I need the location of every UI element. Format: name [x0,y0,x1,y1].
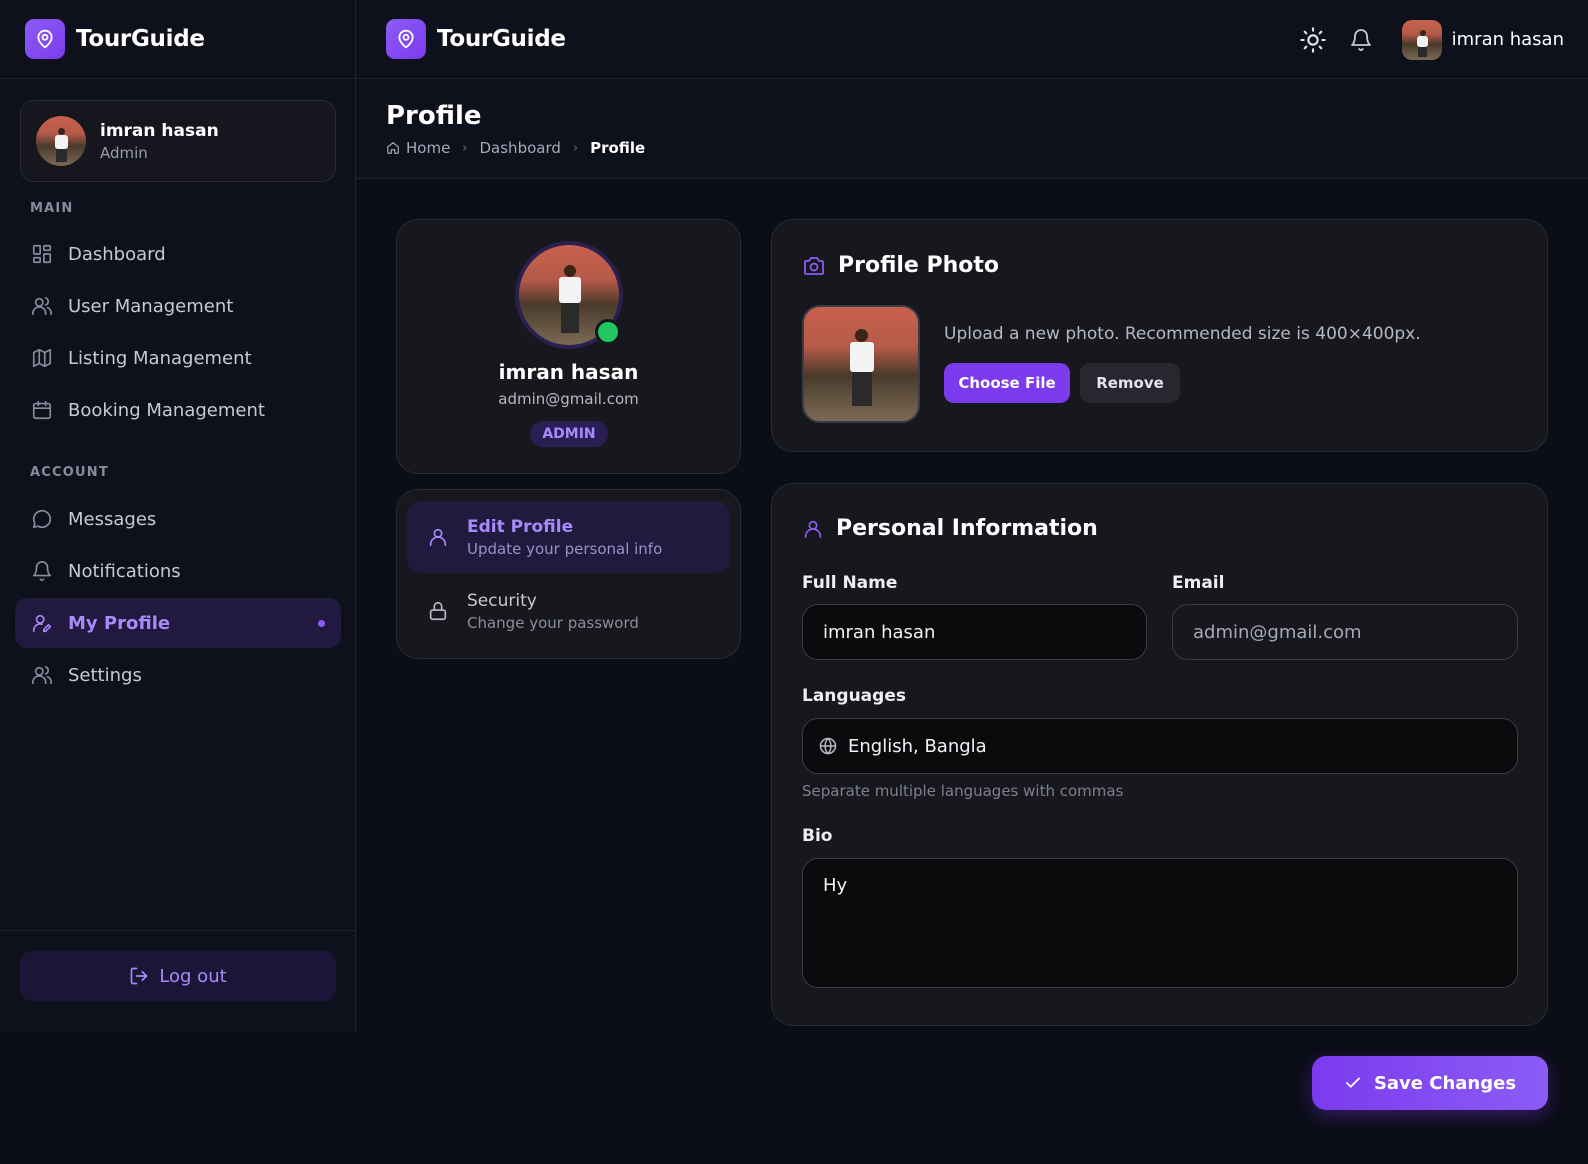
email-field[interactable]: admin@gmail.com [1172,604,1518,660]
profile-email: admin@gmail.com [498,390,639,408]
sidebar-footer: Log out [0,930,356,1032]
photo-section-title-text: Profile Photo [838,253,1000,278]
languages-value: English, Bangla [848,735,987,757]
menu-item-edit-profile[interactable]: Edit Profile Update your personal info [407,501,730,573]
map-pin-icon [25,19,65,59]
menu-item-subtitle: Update your personal info [467,539,663,558]
full-name-label: Full Name [802,573,898,593]
brand-name: TourGuide [437,26,566,52]
page-header: Profile Home › Dashboard › Profile [356,79,1588,179]
user-name: imran hasan [100,120,219,141]
grid-icon [32,244,52,264]
save-changes-button[interactable]: Save Changes [1312,1056,1548,1110]
users-icon [32,666,52,685]
sidebar-user-card[interactable]: imran hasan Admin [20,100,336,182]
breadcrumb-current: Profile [590,139,646,157]
sidebar-item-label: Settings [68,664,142,686]
user-icon [804,520,822,538]
languages-input[interactable]: English, Bangla [802,718,1518,774]
topbar-brand[interactable]: TourGuide [386,19,566,59]
globe-icon [819,737,837,755]
calendar-icon [32,400,52,420]
avatar [36,116,86,166]
section-label-account: ACCOUNT [30,465,109,480]
sidebar-item-label: Dashboard [68,243,166,265]
email-label: Email [1172,573,1225,593]
logout-label: Log out [159,965,227,987]
remove-photo-button[interactable]: Remove [1080,363,1180,403]
chevron-right-icon: › [572,140,579,156]
bell-icon [32,561,52,582]
profile-summary-card: imran hasan admin@gmail.com ADMIN [396,219,741,474]
menu-item-title: Security [467,590,537,611]
photo-section-title: Profile Photo [802,253,999,278]
sidebar-item-settings[interactable]: Settings [15,650,341,700]
full-name-input[interactable]: imran hasan [802,604,1147,660]
theme-toggle-button[interactable] [1296,23,1330,57]
save-changes-label: Save Changes [1373,1072,1517,1094]
personal-info-title-text: Personal Information [836,516,1098,541]
map-icon [32,348,52,368]
check-icon [1346,1077,1360,1088]
sidebar-item-label: Notifications [68,560,181,582]
bio-label: Bio [802,826,833,846]
personal-info-card: Personal Information Full Name imran has… [771,483,1548,1026]
topbar-actions: imran hasan [1296,0,1564,79]
user-icon [429,528,447,547]
sidebar-item-booking-management[interactable]: Booking Management [15,385,341,435]
photo-upload-hint: Upload a new photo. Recommended size is … [944,324,1421,344]
lock-icon [429,601,447,621]
profile-menu-card: Edit Profile Update your personal info S… [396,489,741,659]
logout-button[interactable]: Log out [20,951,336,1001]
languages-label: Languages [802,686,906,706]
sidebar-item-label: Listing Management [68,347,252,369]
page-title: Profile [386,101,482,131]
bell-icon [1350,28,1371,51]
sidebar-item-user-management[interactable]: User Management [15,281,341,331]
breadcrumb-home[interactable]: Home [406,139,450,157]
sun-icon [1299,26,1326,53]
sidebar-item-dashboard[interactable]: Dashboard [15,229,341,279]
chevron-right-icon: › [462,140,468,156]
profile-photo-card: Profile Photo Upload a new photo. Recomm… [771,219,1548,452]
home-icon [387,142,399,154]
topbar: TourGuide imran hasan [356,0,1588,79]
sidebar: TourGuide imran hasan Admin MAIN Dashboa… [0,0,356,1032]
menu-item-security[interactable]: Security Change your password [407,575,730,647]
sidebar-item-label: My Profile [68,612,171,634]
user-edit-icon [32,614,52,633]
sidebar-item-listing-management[interactable]: Listing Management [15,333,341,383]
user-role: Admin [100,143,148,162]
breadcrumb: Home › Dashboard › Profile [386,139,645,157]
languages-hint: Separate multiple languages with commas [802,782,1124,800]
users-icon [32,297,52,316]
section-label-main: MAIN [30,201,74,216]
sidebar-item-messages[interactable]: Messages [15,494,341,544]
online-status-dot [595,319,621,345]
sidebar-brand[interactable]: TourGuide [0,0,355,79]
active-indicator [318,619,325,627]
map-pin-icon [386,19,426,59]
role-badge: ADMIN [530,421,608,447]
logout-icon [130,967,148,985]
choose-file-button[interactable]: Choose File [944,363,1070,403]
sidebar-item-label: User Management [68,295,234,317]
message-icon [32,509,52,529]
topbar-user-name[interactable]: imran hasan [1452,29,1564,50]
breadcrumb-dashboard[interactable]: Dashboard [480,139,561,157]
notifications-button[interactable] [1344,23,1378,57]
sidebar-item-my-profile[interactable]: My Profile [15,598,341,648]
menu-item-title: Edit Profile [467,516,574,537]
brand-name: TourGuide [76,26,205,52]
personal-info-title: Personal Information [802,516,1098,541]
menu-item-subtitle: Change your password [467,613,639,632]
camera-icon [804,256,824,275]
avatar[interactable] [1401,19,1442,60]
profile-name: imran hasan [498,360,639,384]
bio-textarea[interactable]: Hy [802,858,1518,988]
sidebar-item-notifications[interactable]: Notifications [15,546,341,596]
profile-photo-preview [802,305,920,423]
sidebar-item-label: Messages [68,508,157,530]
sidebar-item-label: Booking Management [68,399,265,421]
